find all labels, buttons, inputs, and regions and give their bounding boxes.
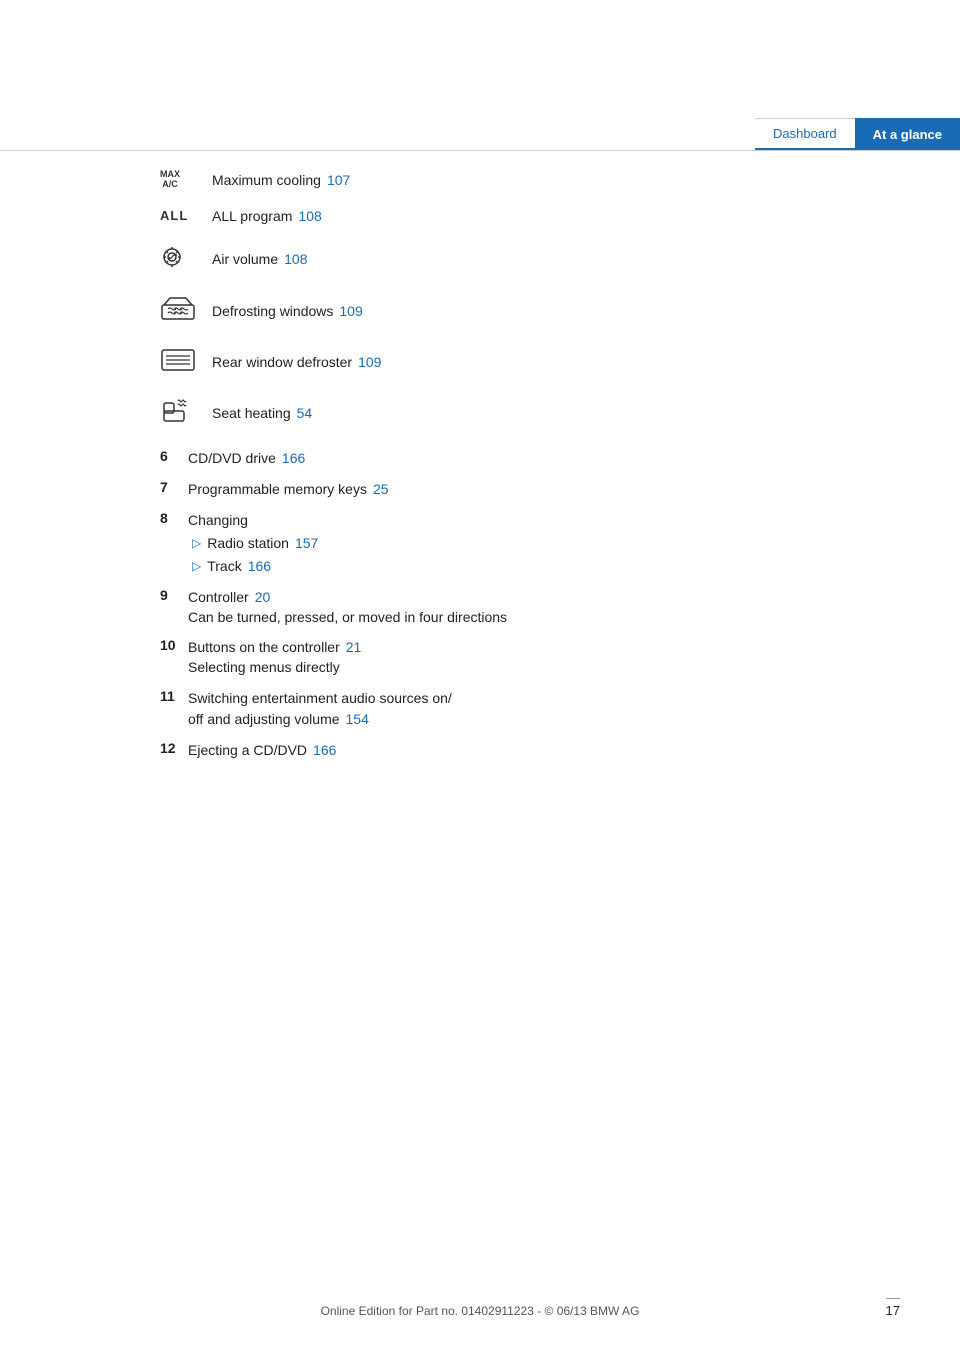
air-volume-label: Air volume108 [212,251,308,267]
footer: Online Edition for Part no. 01402911223 … [0,1304,960,1318]
item-9-number: 9 [160,587,188,603]
item-8-content: Changing ▷ Radio station 157 ▷ Track 166 [188,510,900,577]
footer-text: Online Edition for Part no. 01402911223 … [321,1304,640,1318]
seat-heating-icon [160,397,192,430]
list-item-9: 9 Controller20 Can be turned, pressed, o… [160,587,900,628]
max-ac-icon-cell: MAX A/C [160,170,212,190]
item-12-content: Ejecting a CD/DVD166 [188,740,900,761]
list-item-6: 6 CD/DVD drive166 [160,448,900,469]
all-icon: ALL [160,208,188,223]
page-container: Dashboard At a glance MAX A/C Maximum co… [0,0,960,1358]
header-tabs: Dashboard At a glance [755,118,960,150]
item-10-number: 10 [160,637,188,653]
air-volume-icon-cell [160,242,212,277]
content: MAX A/C Maximum cooling107 ALL ALL progr… [160,170,900,771]
numbered-list: 6 CD/DVD drive166 7 Programmable memory … [160,448,900,761]
tab-at-a-glance[interactable]: At a glance [855,118,960,150]
icon-row-seat-heating: Seat heating54 [160,397,900,430]
item-9-content: Controller20 Can be turned, pressed, or … [188,587,900,628]
tab-dashboard-label: Dashboard [773,126,837,141]
item-11-number: 11 [160,688,188,704]
rear-defroster-icon [160,346,196,379]
all-icon-cell: ALL [160,208,212,223]
tab-dashboard[interactable]: Dashboard [755,118,855,150]
list-item-8: 8 Changing ▷ Radio station 157 ▷ Track 1… [160,510,900,577]
air-volume-icon [160,242,192,277]
sub-item-radio-station: ▷ Radio station 157 [192,533,900,554]
item-7-number: 7 [160,479,188,495]
item-7-content: Programmable memory keys25 [188,479,900,500]
defrost-windows-icon [160,295,196,328]
arrow-icon-track: ▷ [192,557,201,575]
sub-item-track: ▷ Track 166 [192,556,900,577]
list-item-11: 11 Switching entertainment audio sources… [160,688,900,730]
list-item-12: 12 Ejecting a CD/DVD166 [160,740,900,761]
item-10-desc: Selecting menus directly [188,658,900,678]
item-12-number: 12 [160,740,188,756]
max-ac-icon: MAX A/C [160,170,180,190]
all-program-label: ALL program108 [212,208,322,224]
seat-heating-icon-cell [160,397,212,430]
arrow-icon-radio: ▷ [192,534,201,552]
item-11-content: Switching entertainment audio sources on… [188,688,900,730]
max-cooling-label: Maximum cooling107 [212,172,350,188]
icon-row-all-program: ALL ALL program108 [160,208,900,224]
rear-defroster-label: Rear window defroster109 [212,354,381,370]
icon-row-rear-defroster: Rear window defroster109 [160,346,900,379]
item-6-content: CD/DVD drive166 [188,448,900,469]
icon-row-defrost-windows: Defrosting windows109 [160,295,900,328]
seat-heating-label: Seat heating54 [212,405,312,421]
item-6-number: 6 [160,448,188,464]
item-8-number: 8 [160,510,188,526]
header-line [0,150,960,151]
defrost-windows-icon-cell [160,295,212,328]
rear-defroster-icon-cell [160,346,212,379]
item-10-content: Buttons on the controller21 Selecting me… [188,637,900,678]
tab-at-a-glance-label: At a glance [873,127,942,142]
list-item-10: 10 Buttons on the controller21 Selecting… [160,637,900,678]
list-item-7: 7 Programmable memory keys25 [160,479,900,500]
page-number: 17 [886,1298,900,1318]
item-9-desc: Can be turned, pressed, or moved in four… [188,608,900,628]
defrost-windows-label: Defrosting windows109 [212,303,363,319]
icon-row-air-volume: Air volume108 [160,242,900,277]
icon-row-max-cooling: MAX A/C Maximum cooling107 [160,170,900,190]
